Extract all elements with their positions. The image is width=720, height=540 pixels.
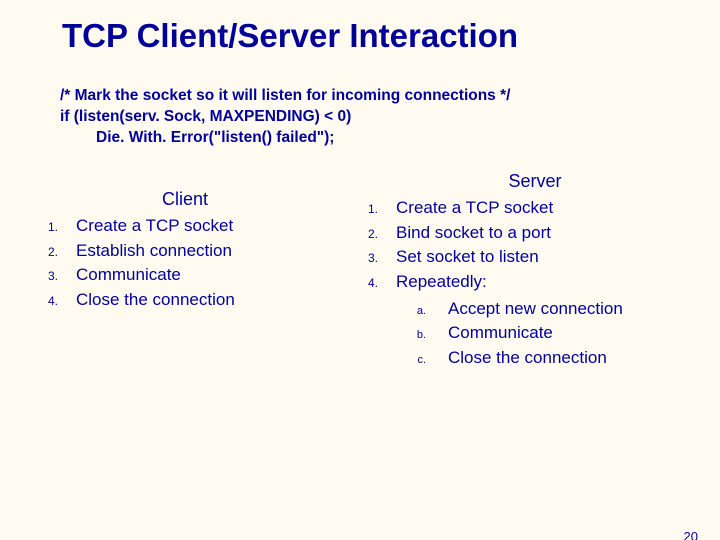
slide-title: TCP Client/Server Interaction [62, 18, 720, 54]
list-item: 1. Create a TCP socket [10, 214, 330, 239]
client-heading: Client [40, 189, 330, 210]
list-number: 4. [10, 293, 76, 310]
sublist-number: b. [330, 328, 448, 344]
list-number: 1. [330, 201, 396, 218]
list-text: Set socket to listen [396, 245, 720, 270]
code-block: /* Mark the socket so it will listen for… [60, 86, 720, 149]
list-item: 1. Create a TCP socket [330, 196, 720, 221]
list-number: 4. [330, 275, 396, 292]
client-list: 1. Create a TCP socket 2. Establish conn… [10, 214, 330, 313]
sublist-item: c. Close the connection [330, 346, 720, 371]
list-number: 3. [330, 250, 396, 267]
list-text: Close the connection [76, 288, 330, 313]
list-item: 2. Establish connection [10, 239, 330, 264]
sublist-text: Close the connection [448, 346, 720, 371]
list-text: Establish connection [76, 239, 330, 264]
page-number: 20 [684, 529, 698, 540]
list-text: Repeatedly: [396, 270, 720, 295]
sublist-number: a. [330, 304, 448, 320]
client-column: Client 1. Create a TCP socket 2. Establi… [0, 189, 330, 370]
list-text: Create a TCP socket [396, 196, 720, 221]
code-line-1: /* Mark the socket so it will listen for… [60, 86, 720, 107]
list-number: 2. [10, 244, 76, 261]
server-heading: Server [350, 171, 720, 192]
server-list: 1. Create a TCP socket 2. Bind socket to… [330, 196, 720, 295]
list-number: 2. [330, 226, 396, 243]
list-text: Create a TCP socket [76, 214, 330, 239]
list-text: Bind socket to a port [396, 221, 720, 246]
list-number: 1. [10, 219, 76, 236]
list-item: 4. Close the connection [10, 288, 330, 313]
list-item: 3. Communicate [10, 263, 330, 288]
list-number: 3. [10, 268, 76, 285]
columns: Client 1. Create a TCP socket 2. Establi… [0, 189, 720, 370]
list-text: Communicate [76, 263, 330, 288]
list-item: 2. Bind socket to a port [330, 221, 720, 246]
server-sublist: a. Accept new connection b. Communicate … [330, 297, 720, 371]
list-item: 4. Repeatedly: [330, 270, 720, 295]
sublist-item: a. Accept new connection [330, 297, 720, 322]
code-line-2: if (listen(serv. Sock, MAXPENDING) < 0) [60, 107, 720, 128]
sublist-text: Communicate [448, 321, 720, 346]
sublist-number: c. [330, 353, 448, 369]
list-item: 3. Set socket to listen [330, 245, 720, 270]
sublist-item: b. Communicate [330, 321, 720, 346]
code-line-3: Die. With. Error("listen() failed"); [96, 128, 720, 149]
sublist-text: Accept new connection [448, 297, 720, 322]
server-column: Server 1. Create a TCP socket 2. Bind so… [330, 171, 720, 370]
